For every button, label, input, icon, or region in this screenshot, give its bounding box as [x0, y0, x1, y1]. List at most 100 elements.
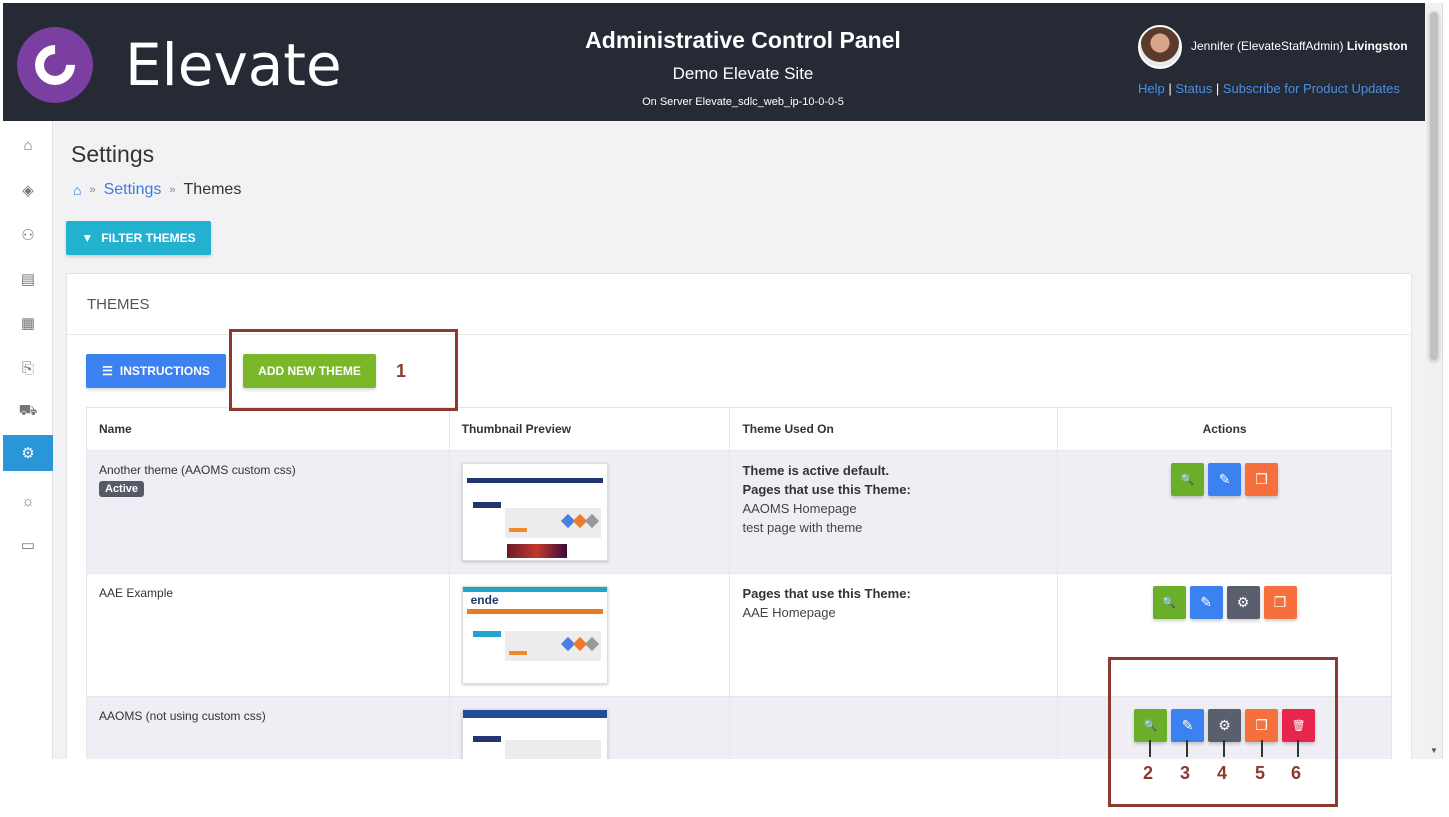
filter-themes-label: FILTER THEMES: [101, 231, 196, 245]
sidebar-item-cart[interactable]: ⛟: [3, 393, 53, 429]
page-link[interactable]: test page with theme: [742, 520, 1045, 535]
help-link[interactable]: Help: [1138, 81, 1165, 96]
app-window: Elevate Administrative Control Panel Dem…: [3, 3, 1443, 759]
thumb-button: [508, 528, 527, 532]
theme-thumbnail[interactable]: ende: [461, 586, 608, 684]
sidebar-item-settings[interactable]: ⚙: [3, 435, 53, 471]
thumb-sidebar: [472, 631, 501, 637]
thumb-sidebar: [472, 736, 501, 742]
sidebar-item-ideas[interactable]: ☼: [3, 483, 53, 519]
theme-name: Another theme (AAOMS custom css): [99, 463, 296, 477]
active-default-note: Theme is active default.: [742, 463, 890, 478]
callout-box-actions: [1108, 657, 1338, 807]
edit-theme-button[interactable]: ✎: [1208, 463, 1242, 496]
users-icon: ⚇: [21, 227, 35, 244]
annotation-number: 3: [1180, 763, 1191, 783]
panel-title: Administrative Control Panel: [585, 27, 901, 53]
annotation-number: 5: [1255, 763, 1266, 783]
filter-themes-button[interactable]: ▼ FILTER THEMES: [66, 221, 211, 255]
sidebar-item-home[interactable]: ⌂: [3, 127, 53, 163]
gear-icon: ⚙: [21, 445, 35, 462]
table-row: Another theme (AAOMS custom css) Active: [86, 450, 1392, 574]
theme-name: AAOMS (not using custom css): [99, 709, 266, 723]
server-info: On Server Elevate_sdlc_web_ip-10-0-0-5: [642, 96, 844, 108]
annotation-pointer: [1186, 740, 1188, 757]
clipboard-icon: ⎘: [21, 359, 34, 377]
breadcrumb-settings-link[interactable]: Settings: [104, 181, 162, 199]
pages-heading: Pages that use this Theme:: [742, 482, 911, 497]
scroll-down-arrow-icon[interactable]: ▼: [1430, 746, 1438, 755]
sidebar-item-grid[interactable]: ▦: [3, 305, 53, 341]
thumb-logo: ende: [470, 593, 499, 607]
edit-icon: ✎: [1218, 471, 1231, 487]
user-avatar[interactable]: [1138, 25, 1182, 69]
column-header-actions: Actions: [1057, 407, 1392, 451]
active-badge: Active: [99, 481, 145, 497]
sidebar-item-users[interactable]: ⚇: [3, 217, 53, 253]
page-link[interactable]: AAOMS Homepage: [742, 501, 1045, 516]
theme-thumbnail[interactable]: [461, 709, 608, 759]
user-last-name: Livingston: [1346, 39, 1408, 53]
column-header-used-on: Theme Used On: [729, 407, 1059, 451]
search-icon: 🔍: [1180, 474, 1195, 486]
cart-icon: ⛟: [18, 401, 38, 419]
thumb-topbar: [462, 587, 607, 592]
scrollbar-thumb[interactable]: [1429, 11, 1439, 361]
thumb-topbar: [462, 710, 607, 718]
sidebar-item-clipboard[interactable]: ⎘: [3, 350, 53, 386]
home-icon: ⌂: [23, 136, 33, 154]
annotation-pointer: [1149, 740, 1151, 757]
annotation-pointer: [1223, 740, 1225, 757]
grid-icon: ▦: [20, 315, 36, 332]
instructions-label: INSTRUCTIONS: [119, 364, 210, 378]
theme-name-cell: AAOMS (not using custom css): [86, 696, 450, 759]
annotation-number: 1: [396, 361, 407, 381]
breadcrumb: ⌂ » Settings » Themes: [73, 181, 241, 199]
elevate-logo-icon[interactable]: [17, 27, 93, 103]
search-icon: 🔍: [1162, 597, 1176, 609]
user-first-name: Jennifer (ElevateStaffAdmin): [1191, 39, 1344, 53]
column-header-thumbnail: Thumbnail Preview: [448, 407, 731, 451]
thumbnail-cell: [448, 696, 731, 759]
vertical-scrollbar[interactable]: ▼: [1425, 3, 1442, 759]
edit-theme-button[interactable]: ✎: [1189, 586, 1223, 619]
theme-used-on-cell: [729, 696, 1059, 759]
page-title: Settings: [71, 141, 155, 167]
list-icon: ☰: [102, 364, 113, 378]
annotation-pointer: [1261, 740, 1263, 757]
page-link[interactable]: AAE Homepage: [742, 605, 1045, 620]
header-links: Help | Status | Subscribe for Product Up…: [1138, 81, 1400, 96]
lightbulb-icon: ☼: [21, 492, 35, 510]
annotation-number: 6: [1291, 763, 1302, 783]
theme-settings-button[interactable]: ⚙: [1226, 586, 1260, 619]
thumb-navbar: [466, 478, 603, 483]
instructions-button[interactable]: ☰ INSTRUCTIONS: [86, 354, 226, 388]
sidebar-item-display[interactable]: ▭: [3, 527, 53, 563]
pages-heading: Pages that use this Theme:: [742, 586, 911, 601]
thumb-button: [508, 651, 527, 655]
annotation-pointer: [1297, 740, 1299, 757]
copy-icon: ❐: [1273, 594, 1287, 610]
gear-icon: ⚙: [1236, 594, 1250, 610]
theme-thumbnail[interactable]: [461, 463, 608, 561]
column-header-name: Name: [86, 407, 450, 451]
view-theme-button[interactable]: 🔍: [1152, 586, 1186, 619]
card-title: THEMES: [87, 296, 150, 313]
subscribe-link[interactable]: Subscribe for Product Updates: [1223, 81, 1400, 96]
callout-box-add-theme: [229, 329, 458, 411]
copy-theme-button[interactable]: ❐: [1263, 586, 1297, 619]
sidebar-item-book[interactable]: ▤: [3, 261, 53, 297]
user-name[interactable]: Jennifer (ElevateStaffAdmin) Livingston: [1191, 39, 1408, 53]
thumbnail-cell: [448, 450, 731, 574]
link-separator: |: [1164, 81, 1176, 96]
thumb-sidebar: [472, 502, 501, 508]
brand-name: Elevate: [125, 31, 342, 99]
copy-theme-button[interactable]: ❐: [1245, 463, 1279, 496]
status-link[interactable]: Status: [1175, 81, 1212, 96]
breadcrumb-current: Themes: [183, 181, 242, 198]
theme-used-on-cell: Pages that use this Theme: AAE Homepage: [729, 573, 1059, 697]
breadcrumb-home-icon[interactable]: ⌂: [73, 182, 81, 198]
sidebar-item-layers[interactable]: ◈: [3, 172, 53, 208]
top-header: Elevate Administrative Control Panel Dem…: [3, 3, 1425, 121]
view-theme-button[interactable]: 🔍: [1171, 463, 1205, 496]
